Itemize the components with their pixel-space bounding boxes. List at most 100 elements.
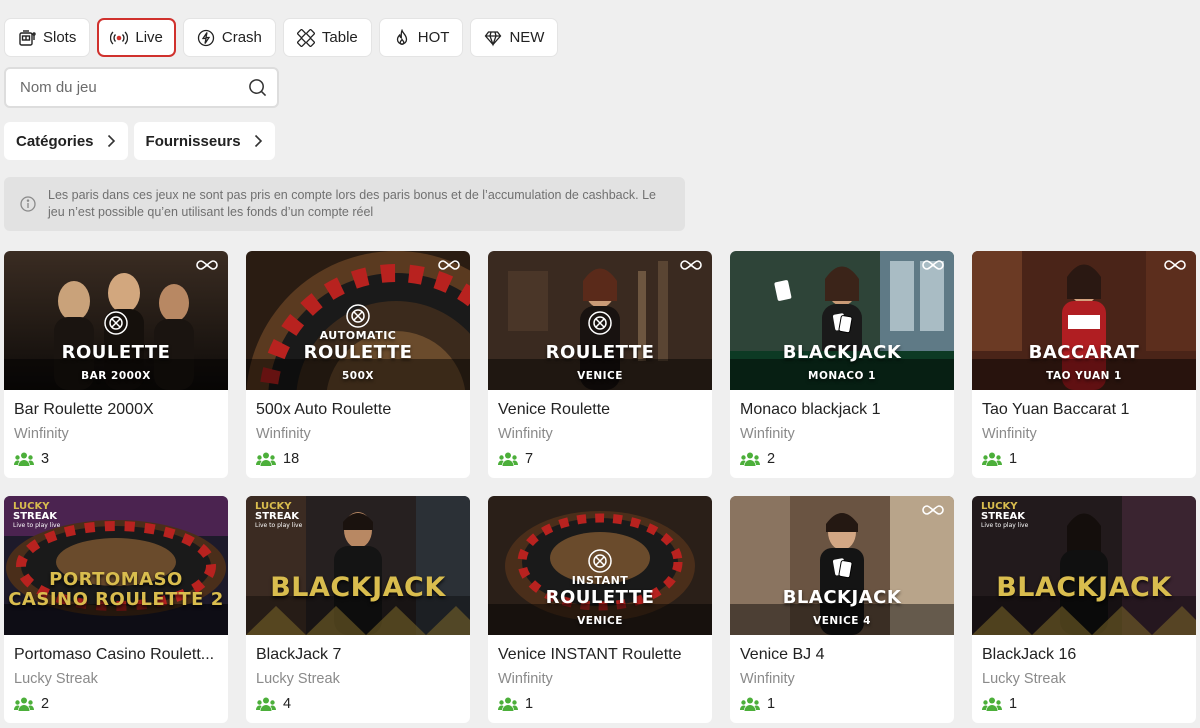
filter-slots-label: Slots <box>43 29 77 46</box>
game-info: Tao Yuan Baccarat 1 Winfinity 1 <box>972 390 1196 467</box>
players-number: 2 <box>41 696 50 712</box>
lucky-logo-line2: STREAK <box>13 511 58 522</box>
infinity-badge-icon <box>680 260 702 270</box>
game-card[interactable]: AUTOMATIC ROULETTE 500X 500x Auto Roulet… <box>246 251 470 478</box>
players-count: 18 <box>256 451 460 467</box>
roulette-emblem-icon <box>588 311 612 335</box>
players-group-icon <box>982 452 1002 466</box>
game-provider: Winfinity <box>982 426 1037 442</box>
game-title: BlackJack 7 <box>256 646 342 663</box>
search-input[interactable] <box>20 79 248 96</box>
search-icon[interactable] <box>248 78 267 97</box>
players-group-icon <box>498 697 518 711</box>
game-card[interactable]: INSTANT ROULETTE VENICE Venice INSTANT R… <box>488 496 712 723</box>
bonus-notice-banner: Les paris dans ces jeux ne sont pas pris… <box>4 177 685 231</box>
game-provider: Winfinity <box>498 671 553 687</box>
players-number: 1 <box>1009 451 1018 467</box>
lucky-logo-tagline: Live to play live <box>981 522 1029 529</box>
slot-machine-icon <box>19 29 36 46</box>
roulette-emblem-icon <box>346 304 370 328</box>
info-icon <box>20 196 36 212</box>
lucky-streak-logo: LUCKY STREAK Live to play live <box>13 502 60 530</box>
game-provider: Winfinity <box>498 426 553 442</box>
players-group-icon <box>14 697 34 711</box>
filter-hot-label: HOT <box>417 29 450 46</box>
game-title: Portomaso Casino Roulett... <box>14 646 215 663</box>
thumb-line1-text: PORTOMASO <box>49 569 183 590</box>
infinity-badge-icon <box>922 505 944 515</box>
thumb-sub-text: TAO YUAN 1 <box>1046 370 1122 382</box>
players-count: 3 <box>14 451 218 467</box>
game-thumbnail: LUCKY STREAK Live to play live PORTOMASO… <box>4 496 228 635</box>
players-count: 2 <box>740 451 944 467</box>
game-card[interactable]: ROULETTE BAR 2000X Bar Roulette 2000X Wi… <box>4 251 228 478</box>
game-title: BlackJack 16 <box>982 646 1077 663</box>
thumb-main-text: ROULETTE <box>61 342 171 363</box>
thumb-pre-text: INSTANT <box>571 574 629 587</box>
filter-slots[interactable]: Slots <box>4 18 91 57</box>
players-group-icon <box>740 452 760 466</box>
game-card[interactable]: LUCKY STREAK Live to play live PORTOMASO… <box>4 496 228 723</box>
game-title: 500x Auto Roulette <box>256 401 392 418</box>
players-number: 3 <box>41 451 50 467</box>
players-group-icon <box>740 697 760 711</box>
filter-crash[interactable]: Crash <box>182 18 276 57</box>
game-info: Portomaso Casino Roulett... Lucky Streak… <box>4 635 228 712</box>
game-card[interactable]: LUCKY STREAK Live to play live BLACKJACK… <box>972 496 1196 723</box>
game-title: Monaco blackjack 1 <box>740 401 881 418</box>
thumb-main-text: BACCARAT <box>1028 342 1140 363</box>
filter-hot[interactable]: HOT <box>378 18 464 57</box>
filter-table-label: Table <box>321 29 358 46</box>
infinity-badge-icon <box>438 260 460 270</box>
players-group-icon <box>498 452 518 466</box>
players-number: 7 <box>525 451 534 467</box>
game-info: BlackJack 7 Lucky Streak 4 <box>246 635 470 712</box>
lucky-logo-line2: STREAK <box>255 511 300 522</box>
game-info: 500x Auto Roulette Winfinity 18 <box>246 390 470 467</box>
categories-dropdown[interactable]: Catégories <box>4 122 128 160</box>
filter-live-label: Live <box>135 29 163 46</box>
filter-table[interactable]: Table <box>282 18 372 57</box>
game-card[interactable]: BACCARAT TAO YUAN 1 Tao Yuan Baccarat 1 … <box>972 251 1196 478</box>
cards-emblem-icon <box>833 558 853 579</box>
category-filter-bar: Slots Live Crash Table HOT NEW <box>4 18 559 57</box>
bonus-notice-text: Les paris dans ces jeux ne sont pas pris… <box>48 188 656 219</box>
game-thumbnail: BACCARAT TAO YUAN 1 <box>972 251 1196 390</box>
players-number: 2 <box>767 451 776 467</box>
players-group-icon <box>982 697 1002 711</box>
game-info: Bar Roulette 2000X Winfinity 3 <box>4 390 228 467</box>
thumb-sub-text: VENICE <box>577 370 623 382</box>
infinity-badge-icon <box>196 260 218 270</box>
chevron-right-icon <box>254 134 262 148</box>
thumb-line2-text: CASINO ROULETTE 2 <box>8 589 224 610</box>
infinity-badge-icon <box>922 260 944 270</box>
filter-live[interactable]: Live <box>97 18 176 57</box>
players-number: 1 <box>1009 696 1018 712</box>
game-card[interactable]: ROULETTE VENICE Venice Roulette Winfinit… <box>488 251 712 478</box>
thumb-sub-text: 500X <box>341 370 374 382</box>
game-card[interactable]: BLACKJACK MONACO 1 Monaco blackjack 1 Wi… <box>730 251 954 478</box>
lucky-streak-logo: LUCKY STREAK Live to play live <box>255 502 302 530</box>
game-title: Venice Roulette <box>498 401 611 418</box>
cards-emblem-icon <box>833 313 853 334</box>
thumb-main-text: ROULETTE <box>303 342 413 363</box>
filter-new[interactable]: NEW <box>470 18 559 57</box>
providers-dropdown[interactable]: Fournisseurs <box>133 122 275 160</box>
players-group-icon <box>256 452 276 466</box>
game-info: Venice INSTANT Roulette Winfinity 1 <box>488 635 712 712</box>
thumb-main-text: BLACKJACK <box>782 587 902 608</box>
game-thumbnail: BLACKJACK MONACO 1 <box>730 251 954 390</box>
game-info: BlackJack 16 Lucky Streak 1 <box>972 635 1196 712</box>
game-card[interactable]: LUCKY STREAK Live to play live BLACKJACK… <box>246 496 470 723</box>
game-thumbnail: ROULETTE VENICE <box>488 251 712 390</box>
players-count: 1 <box>498 696 702 712</box>
game-provider: Winfinity <box>256 426 311 442</box>
filter-crash-label: Crash <box>221 29 262 46</box>
game-card[interactable]: BLACKJACK VENICE 4 Venice BJ 4 Winfinity… <box>730 496 954 723</box>
game-info: Venice Roulette Winfinity 7 <box>488 390 712 467</box>
thumb-pre-text: AUTOMATIC <box>319 329 397 342</box>
thumb-main-text: ROULETTE <box>545 342 655 363</box>
thumb-sub-text: BAR 2000X <box>81 370 151 382</box>
thumb-main-text: BLACKJACK <box>996 572 1172 603</box>
fire-icon <box>396 28 407 45</box>
